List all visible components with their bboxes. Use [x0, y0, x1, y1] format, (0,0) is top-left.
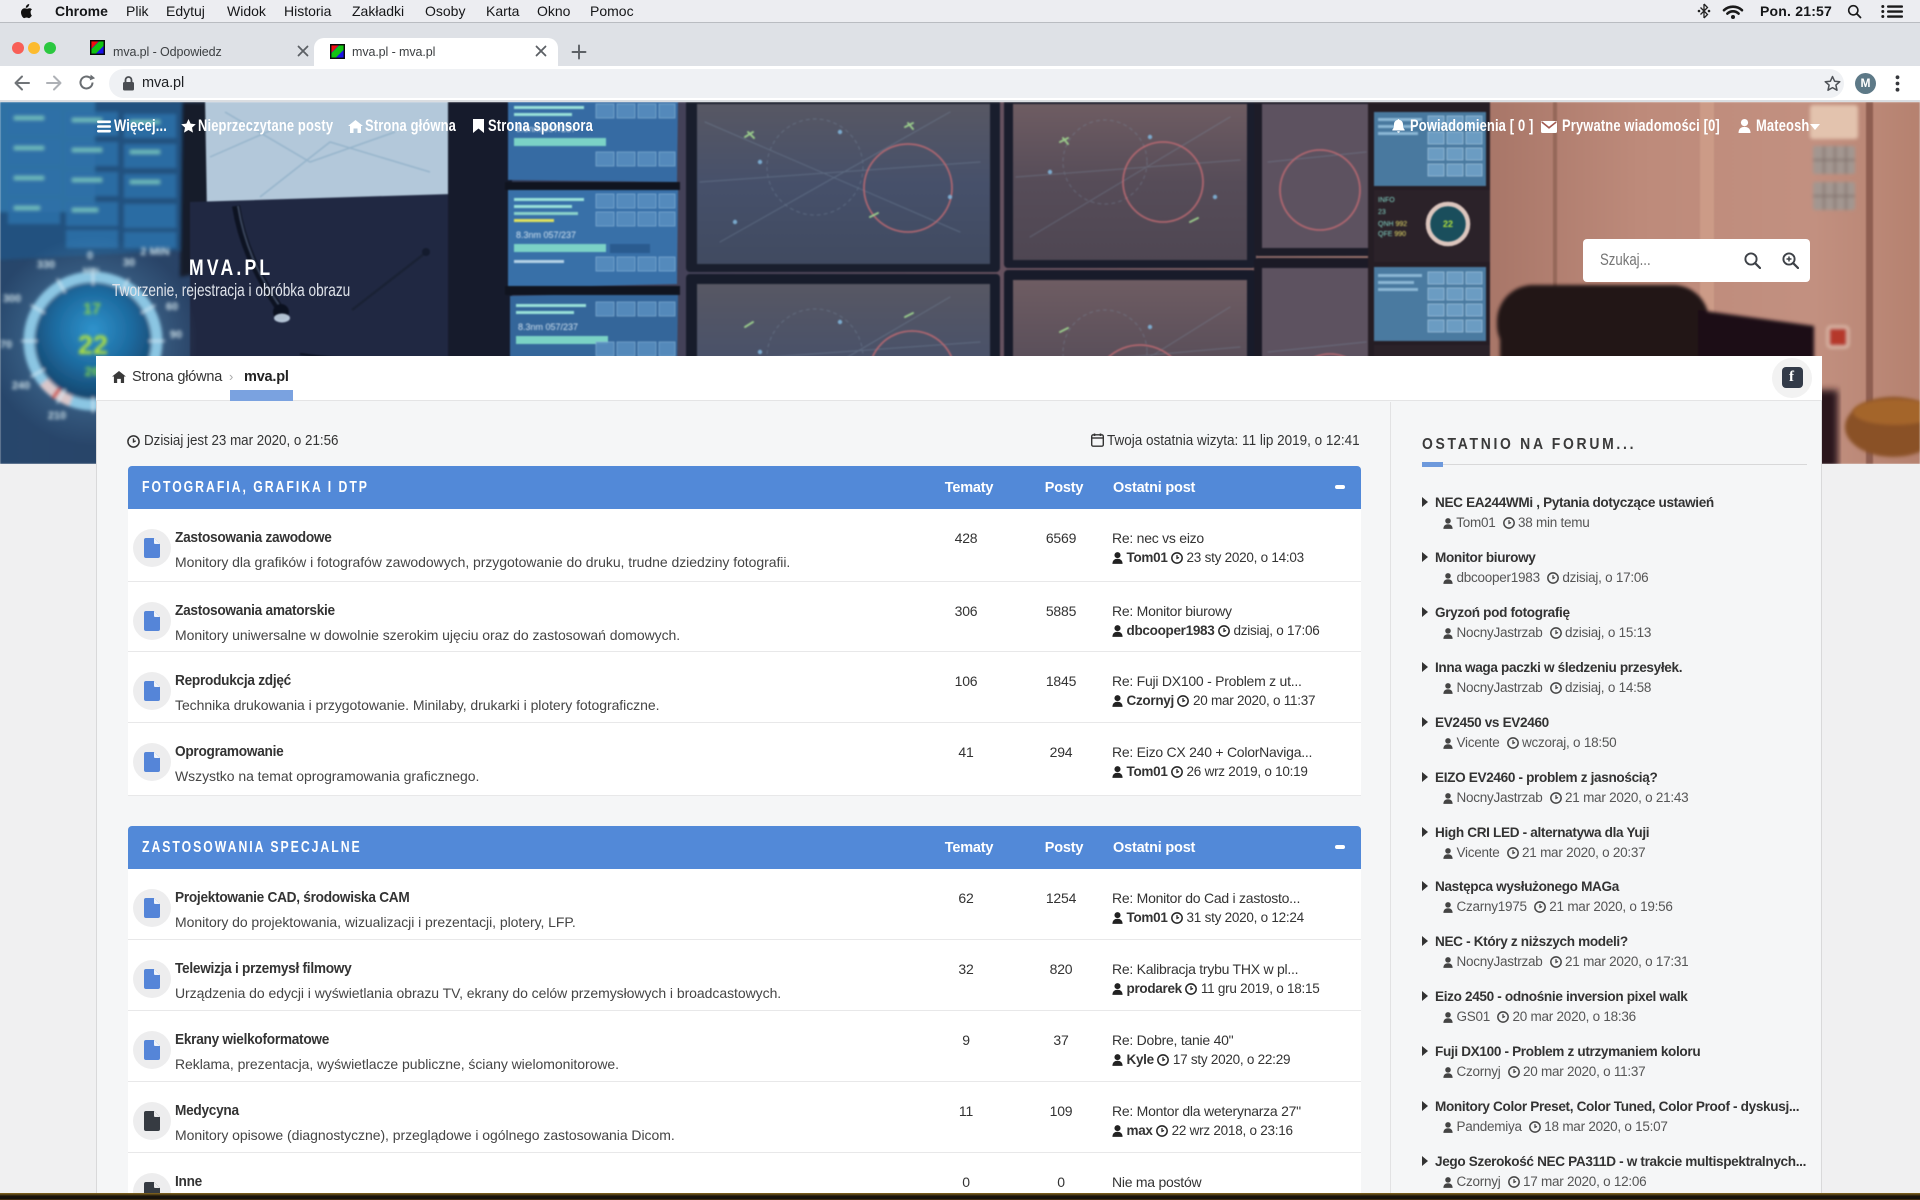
svg-text:2 MIN: 2 MIN: [140, 246, 169, 258]
svg-text:300: 300: [3, 293, 21, 305]
svg-text:60: 60: [166, 301, 178, 313]
svg-text:MIN: MIN: [83, 266, 100, 276]
svg-text:8.3nm 057/237: 8.3nm 057/237: [518, 322, 578, 332]
svg-text:QFE 990: QFE 990: [1378, 231, 1406, 238]
svg-text:8.3nm 057/237: 8.3nm 057/237: [516, 230, 576, 240]
svg-text:330: 330: [37, 259, 55, 271]
svg-text:23: 23: [1378, 209, 1386, 216]
svg-text:90: 90: [170, 329, 182, 341]
svg-text:210: 210: [48, 410, 66, 422]
svg-text:240: 240: [12, 380, 30, 392]
svg-text:70: 70: [0, 339, 12, 351]
svg-text:17: 17: [83, 301, 101, 318]
svg-text:QNH 992: QNH 992: [1378, 221, 1407, 228]
svg-text:0: 0: [87, 250, 93, 262]
svg-text:30: 30: [123, 257, 135, 269]
svg-text:INFO: INFO: [1378, 197, 1395, 204]
svg-text:22: 22: [1443, 219, 1453, 229]
